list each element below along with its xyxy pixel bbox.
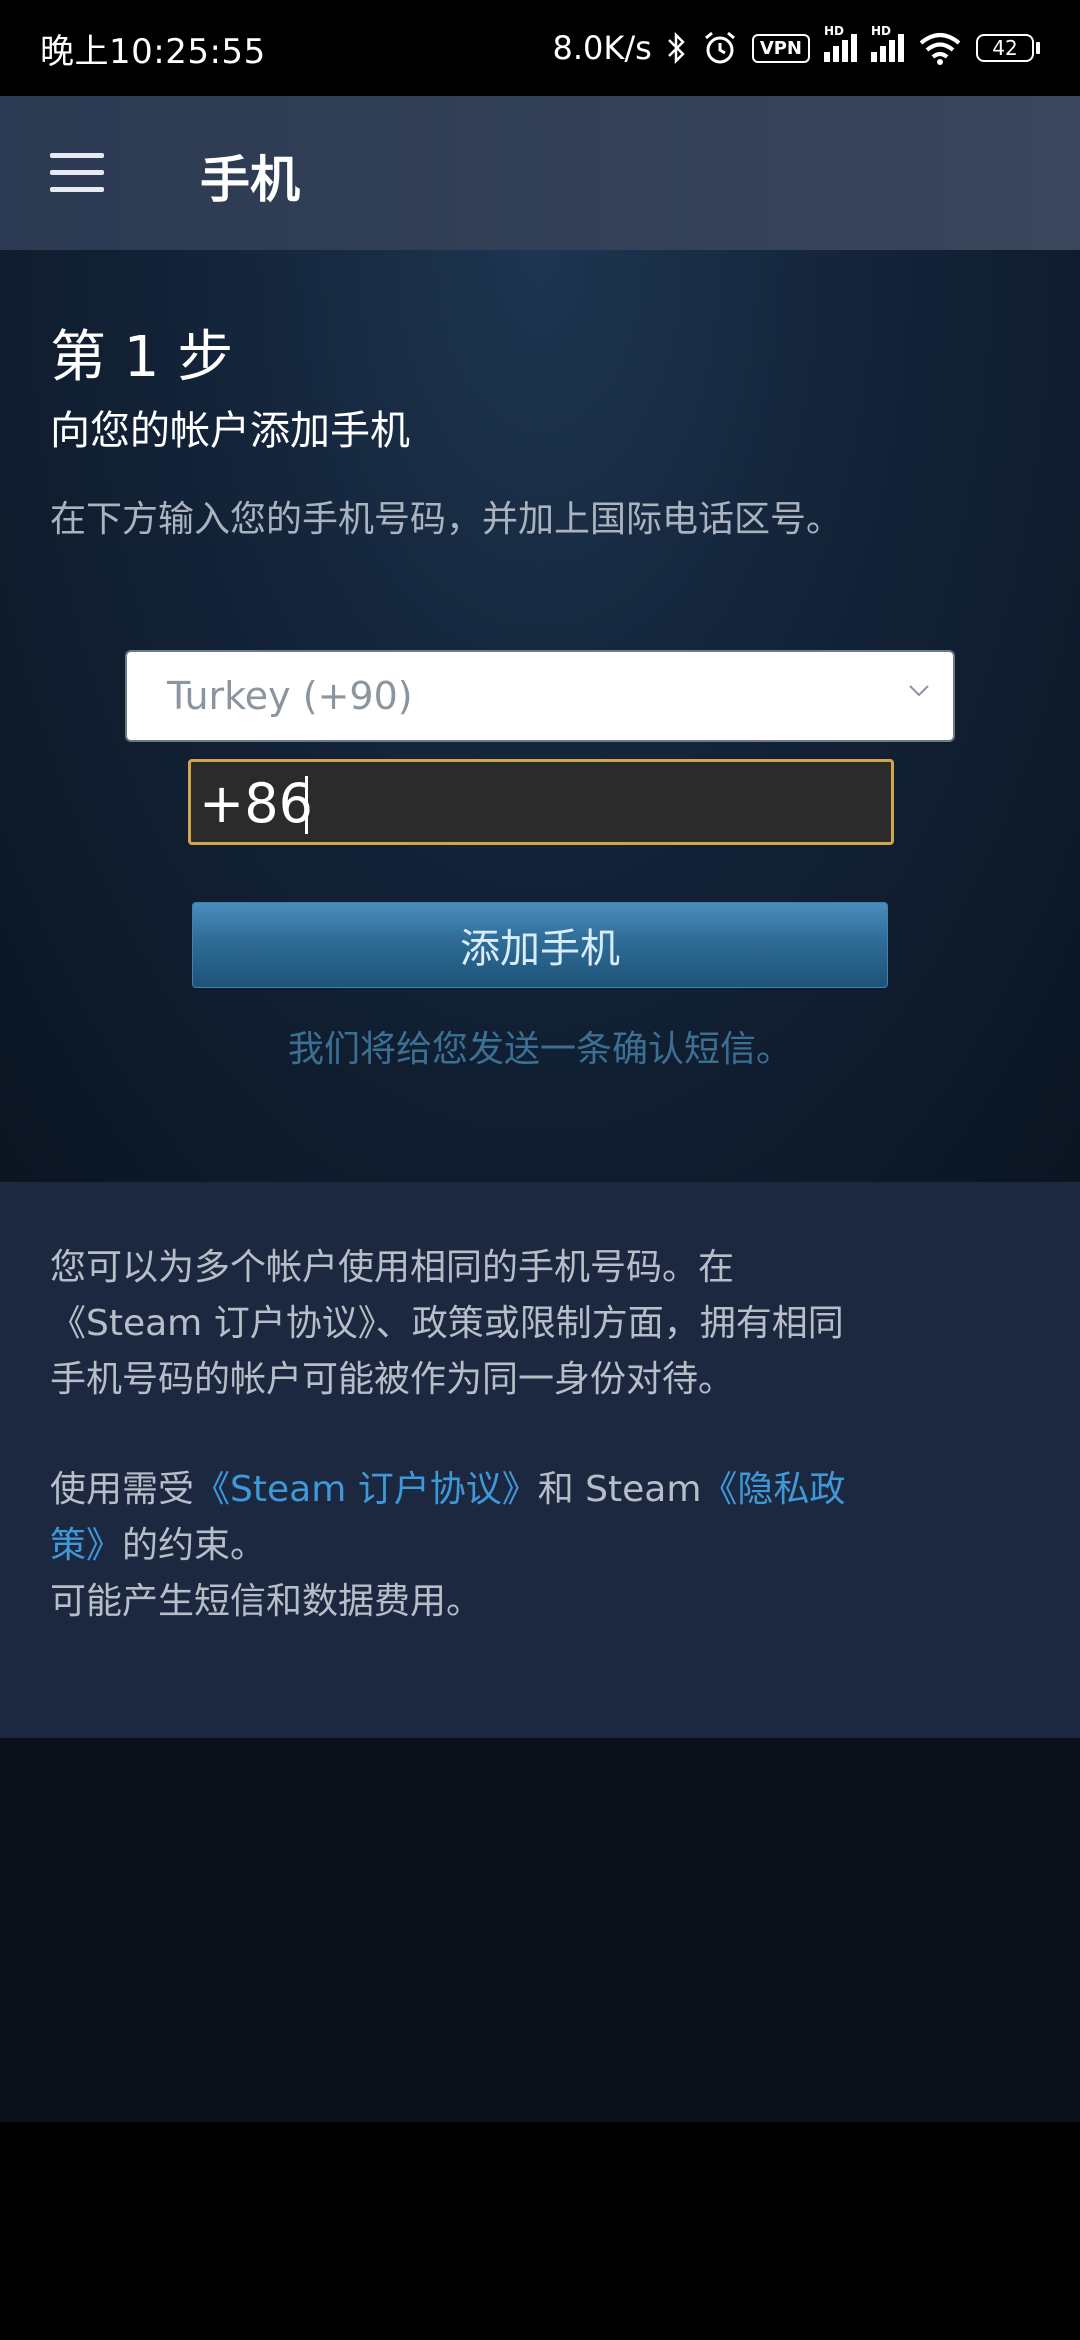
empty-content-area xyxy=(0,1738,1080,2122)
info-section: 您可以为多个帐户使用相同的手机号码。在 《Steam 订户协议》、政策或限制方面… xyxy=(0,1182,1080,1738)
ssa-link[interactable]: 《Steam 订户协议》 xyxy=(194,1469,538,1510)
text-caret xyxy=(305,776,308,834)
privacy-policy-link[interactable]: 《隐私政 xyxy=(701,1469,845,1510)
signal-icon: HD xyxy=(824,24,857,62)
network-speed: 8.0K/s xyxy=(552,29,652,67)
shared-number-notice: 您可以为多个帐户使用相同的手机号码。在 《Steam 订户协议》、政策或限制方面… xyxy=(50,1247,844,1400)
fees-notice: 可能产生短信和数据费用。 xyxy=(50,1581,483,1622)
vpn-icon: VPN xyxy=(751,33,810,63)
status-icons: 8.0K/s VPN HD HD 42 xyxy=(552,24,1040,67)
terms-notice: 使用需受《Steam 订户协议》和 Steam《隐私政 策》的约束。 可能产生短… xyxy=(50,1462,1010,1630)
alarm-icon xyxy=(704,31,735,64)
signal-icon-2: HD xyxy=(871,24,904,62)
app-bar: 手机 xyxy=(0,96,1080,250)
sms-confirmation-note: 我们将给您发送一条确认短信。 xyxy=(287,1029,792,1070)
step-title: 第 1 步 xyxy=(50,325,234,390)
country-select-value: Turkey (+90) xyxy=(167,674,413,718)
hamburger-menu-icon[interactable] xyxy=(50,153,104,193)
step-description: 在下方输入您的手机号码，并加上国际电话区号。 xyxy=(50,499,843,540)
step-subtitle: 向您的帐户添加手机 xyxy=(50,408,410,454)
phone-number-input[interactable]: +86 xyxy=(188,759,894,845)
chevron-down-icon xyxy=(909,685,929,697)
country-code-select[interactable]: Turkey (+90) xyxy=(125,650,955,742)
phone-number-value: +86 xyxy=(199,772,313,835)
page-title: 手机 xyxy=(200,151,300,209)
status-bar: 晚上10:25:55 8.0K/s VPN HD HD 42 xyxy=(0,0,1080,96)
privacy-policy-link-cont[interactable]: 策》 xyxy=(50,1525,122,1566)
wifi-icon xyxy=(919,33,961,65)
add-phone-button[interactable]: 添加手机 xyxy=(192,902,888,988)
battery-icon: 42 xyxy=(976,34,1040,62)
status-time: 晚上10:25:55 xyxy=(40,31,266,72)
system-nav-area xyxy=(0,2122,1080,2340)
bluetooth-icon xyxy=(667,31,685,65)
step-section: 第 1 步 向您的帐户添加手机 在下方输入您的手机号码，并加上国际电话区号。 T… xyxy=(0,250,1080,1182)
